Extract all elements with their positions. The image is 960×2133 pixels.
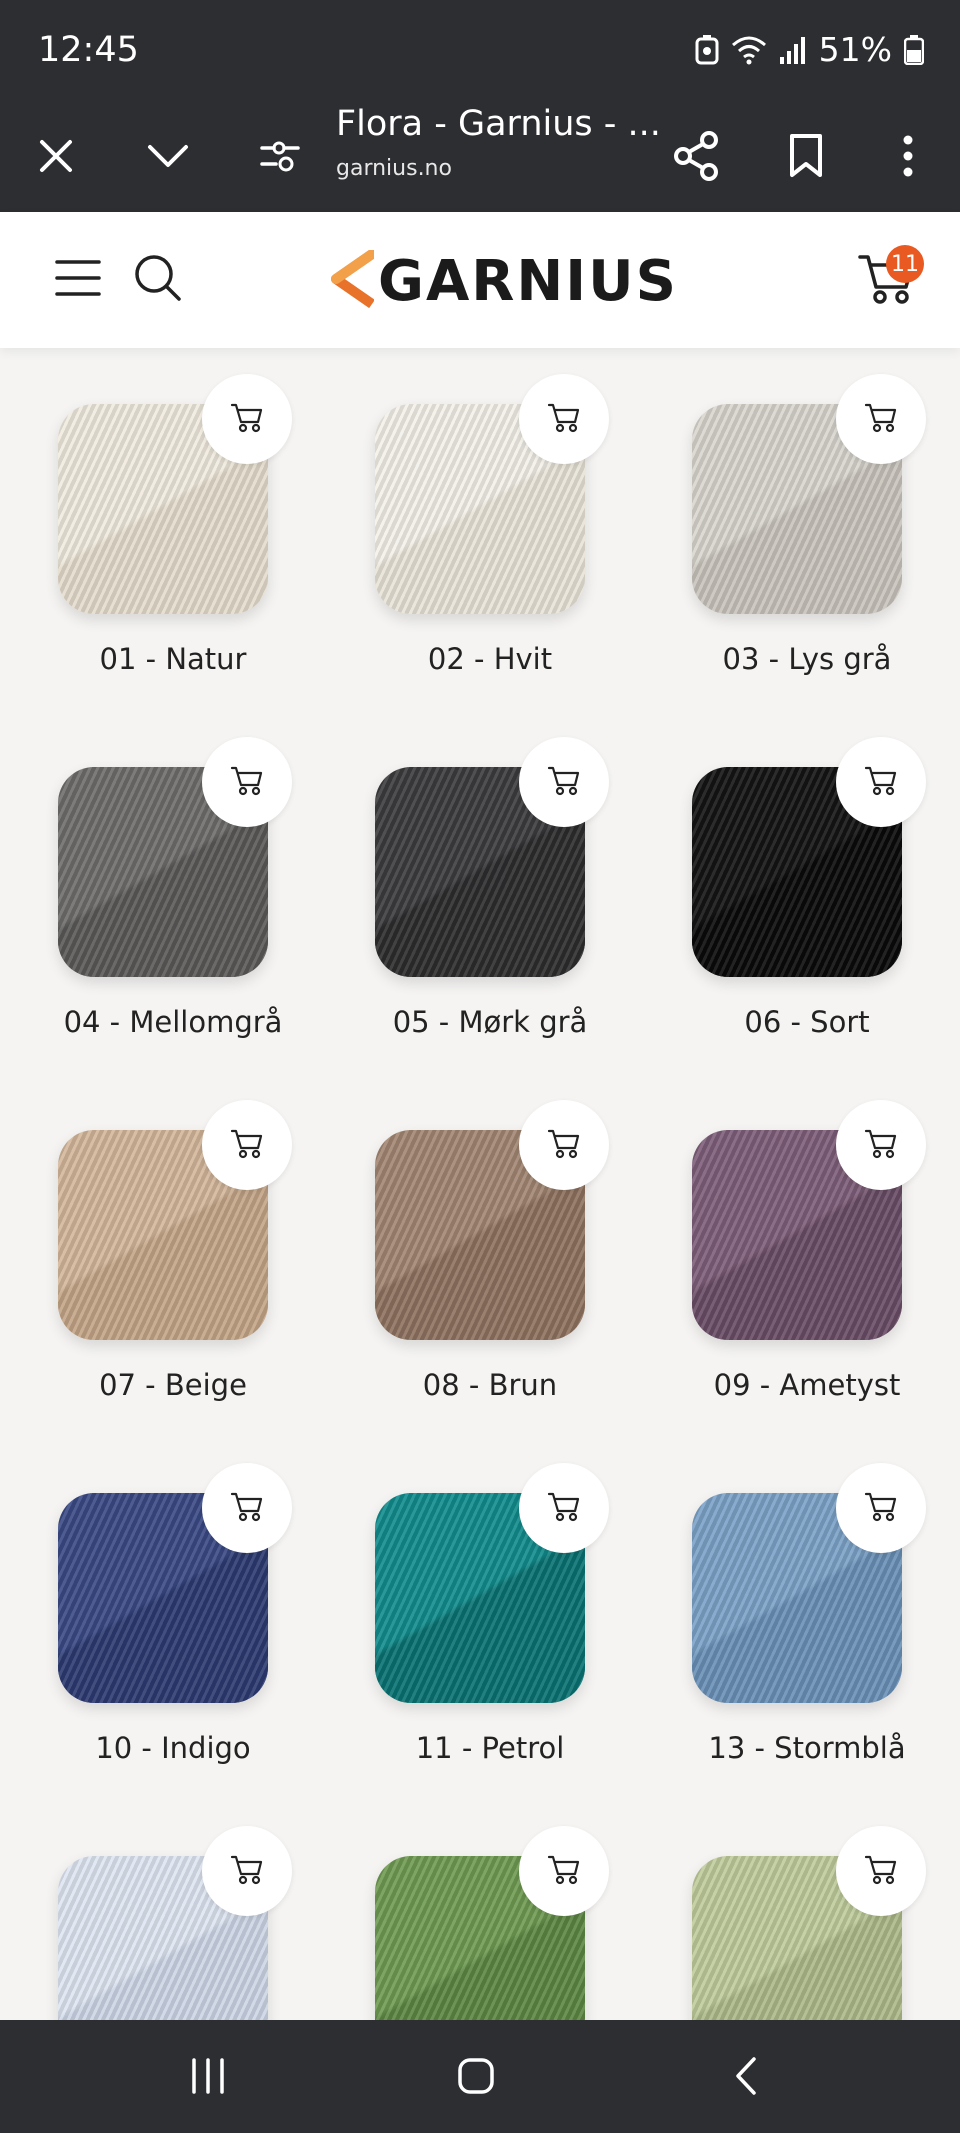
color-name-label[interactable]: 13 - Stormblå xyxy=(644,1731,960,1765)
cart-count-badge: 11 xyxy=(886,245,924,283)
status-bar: 12:45 51% xyxy=(0,0,960,104)
product-card[interactable]: 03 - Lys grå xyxy=(644,348,944,708)
recent-apps-icon xyxy=(189,2057,227,2100)
color-name-label[interactable]: 07 - Beige xyxy=(10,1368,336,1402)
product-card[interactable]: 10 - Indigo xyxy=(10,1437,310,1797)
color-name-label[interactable]: 09 - Ametyst xyxy=(644,1368,960,1402)
product-grid: 01 - Natur 02 - Hvit 03 - Lys grå 04 - Mell… xyxy=(0,348,960,2020)
product-card[interactable]: 13 - Stormblå xyxy=(644,1437,944,1797)
cart-icon xyxy=(864,1127,898,1164)
search-icon xyxy=(134,254,182,307)
site-logo[interactable]: GARNIUS xyxy=(328,248,678,314)
color-name-label[interactable]: 11 - Petrol xyxy=(327,1731,653,1765)
color-name-label[interactable]: 08 - Brun xyxy=(327,1368,653,1402)
more-vertical-icon xyxy=(901,134,915,183)
product-card[interactable]: 01 - Natur xyxy=(10,348,310,708)
add-to-cart-button[interactable] xyxy=(836,1100,926,1190)
collapse-button[interactable] xyxy=(132,122,204,194)
close-icon xyxy=(38,138,74,179)
add-to-cart-button[interactable] xyxy=(202,374,292,464)
cart-icon xyxy=(547,1853,581,1890)
battery-saver-icon xyxy=(695,34,719,65)
cart-icon xyxy=(864,401,898,438)
bookmark-button[interactable] xyxy=(770,122,842,194)
product-card[interactable]: 07 - Beige xyxy=(10,1074,310,1434)
product-card[interactable]: 02 - Hvit xyxy=(327,348,627,708)
cart-icon xyxy=(864,1490,898,1527)
page-url[interactable]: garnius.no xyxy=(336,156,452,181)
cart-icon xyxy=(547,401,581,438)
product-card[interactable] xyxy=(644,1800,944,2020)
status-time: 12:45 xyxy=(38,30,139,70)
page-settings-button[interactable] xyxy=(244,122,316,194)
add-to-cart-button[interactable] xyxy=(202,1100,292,1190)
cart-icon xyxy=(230,1853,264,1890)
tune-icon xyxy=(260,139,300,178)
site-header: GARNIUS xyxy=(0,212,960,348)
color-name-label[interactable]: 10 - Indigo xyxy=(10,1731,336,1765)
chevron-down-icon xyxy=(147,143,189,174)
add-to-cart-button[interactable] xyxy=(519,737,609,827)
add-to-cart-button[interactable] xyxy=(836,1463,926,1553)
browser-toolbar: Flora - Garnius - ... garnius.no xyxy=(0,104,960,212)
color-name-label[interactable]: 02 - Hvit xyxy=(327,642,653,676)
status-icons: 51% xyxy=(695,30,924,69)
share-icon xyxy=(673,130,719,186)
bookmark-icon xyxy=(788,133,824,184)
page-title[interactable]: Flora - Garnius - ... xyxy=(336,104,661,144)
home-icon xyxy=(457,2057,495,2100)
system-nav-bar xyxy=(0,2020,960,2133)
cart-icon xyxy=(547,764,581,801)
close-tab-button[interactable] xyxy=(20,122,92,194)
product-card[interactable]: 11 - Petrol xyxy=(327,1437,627,1797)
color-name-label[interactable]: 03 - Lys grå xyxy=(644,642,960,676)
cart-icon xyxy=(864,1853,898,1890)
battery-icon xyxy=(904,34,924,65)
search-button[interactable] xyxy=(126,248,190,312)
cart-icon xyxy=(547,1127,581,1164)
add-to-cart-button[interactable] xyxy=(202,1463,292,1553)
product-card[interactable]: 09 - Ametyst xyxy=(644,1074,944,1434)
cart-icon xyxy=(230,1127,264,1164)
cart-icon xyxy=(547,1490,581,1527)
back-icon xyxy=(733,2056,759,2101)
add-to-cart-button[interactable] xyxy=(202,1826,292,1916)
product-card[interactable]: 04 - Mellomgrå xyxy=(10,711,310,1071)
add-to-cart-button[interactable] xyxy=(836,374,926,464)
add-to-cart-button[interactable] xyxy=(836,737,926,827)
product-card[interactable]: 08 - Brun xyxy=(327,1074,627,1434)
cart-icon xyxy=(864,764,898,801)
color-name-label[interactable]: 01 - Natur xyxy=(10,642,336,676)
color-name-label[interactable]: 05 - Mørk grå xyxy=(327,1005,653,1039)
cart-icon xyxy=(230,401,264,438)
product-card[interactable] xyxy=(327,1800,627,2020)
share-button[interactable] xyxy=(660,122,732,194)
product-card[interactable]: 05 - Mørk grå xyxy=(327,711,627,1071)
battery-percent: 51% xyxy=(818,30,892,69)
color-name-label[interactable]: 06 - Sort xyxy=(644,1005,960,1039)
product-card[interactable] xyxy=(10,1800,310,2020)
add-to-cart-button[interactable] xyxy=(519,1463,609,1553)
add-to-cart-button[interactable] xyxy=(836,1826,926,1916)
recent-apps-button[interactable] xyxy=(172,2042,244,2114)
add-to-cart-button[interactable] xyxy=(519,1826,609,1916)
more-options-button[interactable] xyxy=(872,122,944,194)
add-to-cart-button[interactable] xyxy=(519,374,609,464)
cart-icon xyxy=(230,1490,264,1527)
add-to-cart-button[interactable] xyxy=(202,737,292,827)
menu-button[interactable] xyxy=(46,248,110,312)
logo-text: GARNIUS xyxy=(378,248,678,314)
home-button[interactable] xyxy=(440,2042,512,2114)
product-card[interactable]: 06 - Sort xyxy=(644,711,944,1071)
add-to-cart-button[interactable] xyxy=(519,1100,609,1190)
wifi-icon xyxy=(731,35,767,65)
signal-icon xyxy=(779,35,807,65)
cart-icon xyxy=(230,764,264,801)
color-name-label[interactable]: 04 - Mellomgrå xyxy=(10,1005,336,1039)
back-button[interactable] xyxy=(710,2042,782,2114)
hamburger-icon xyxy=(55,258,101,303)
logo-chevron-icon xyxy=(328,248,377,313)
